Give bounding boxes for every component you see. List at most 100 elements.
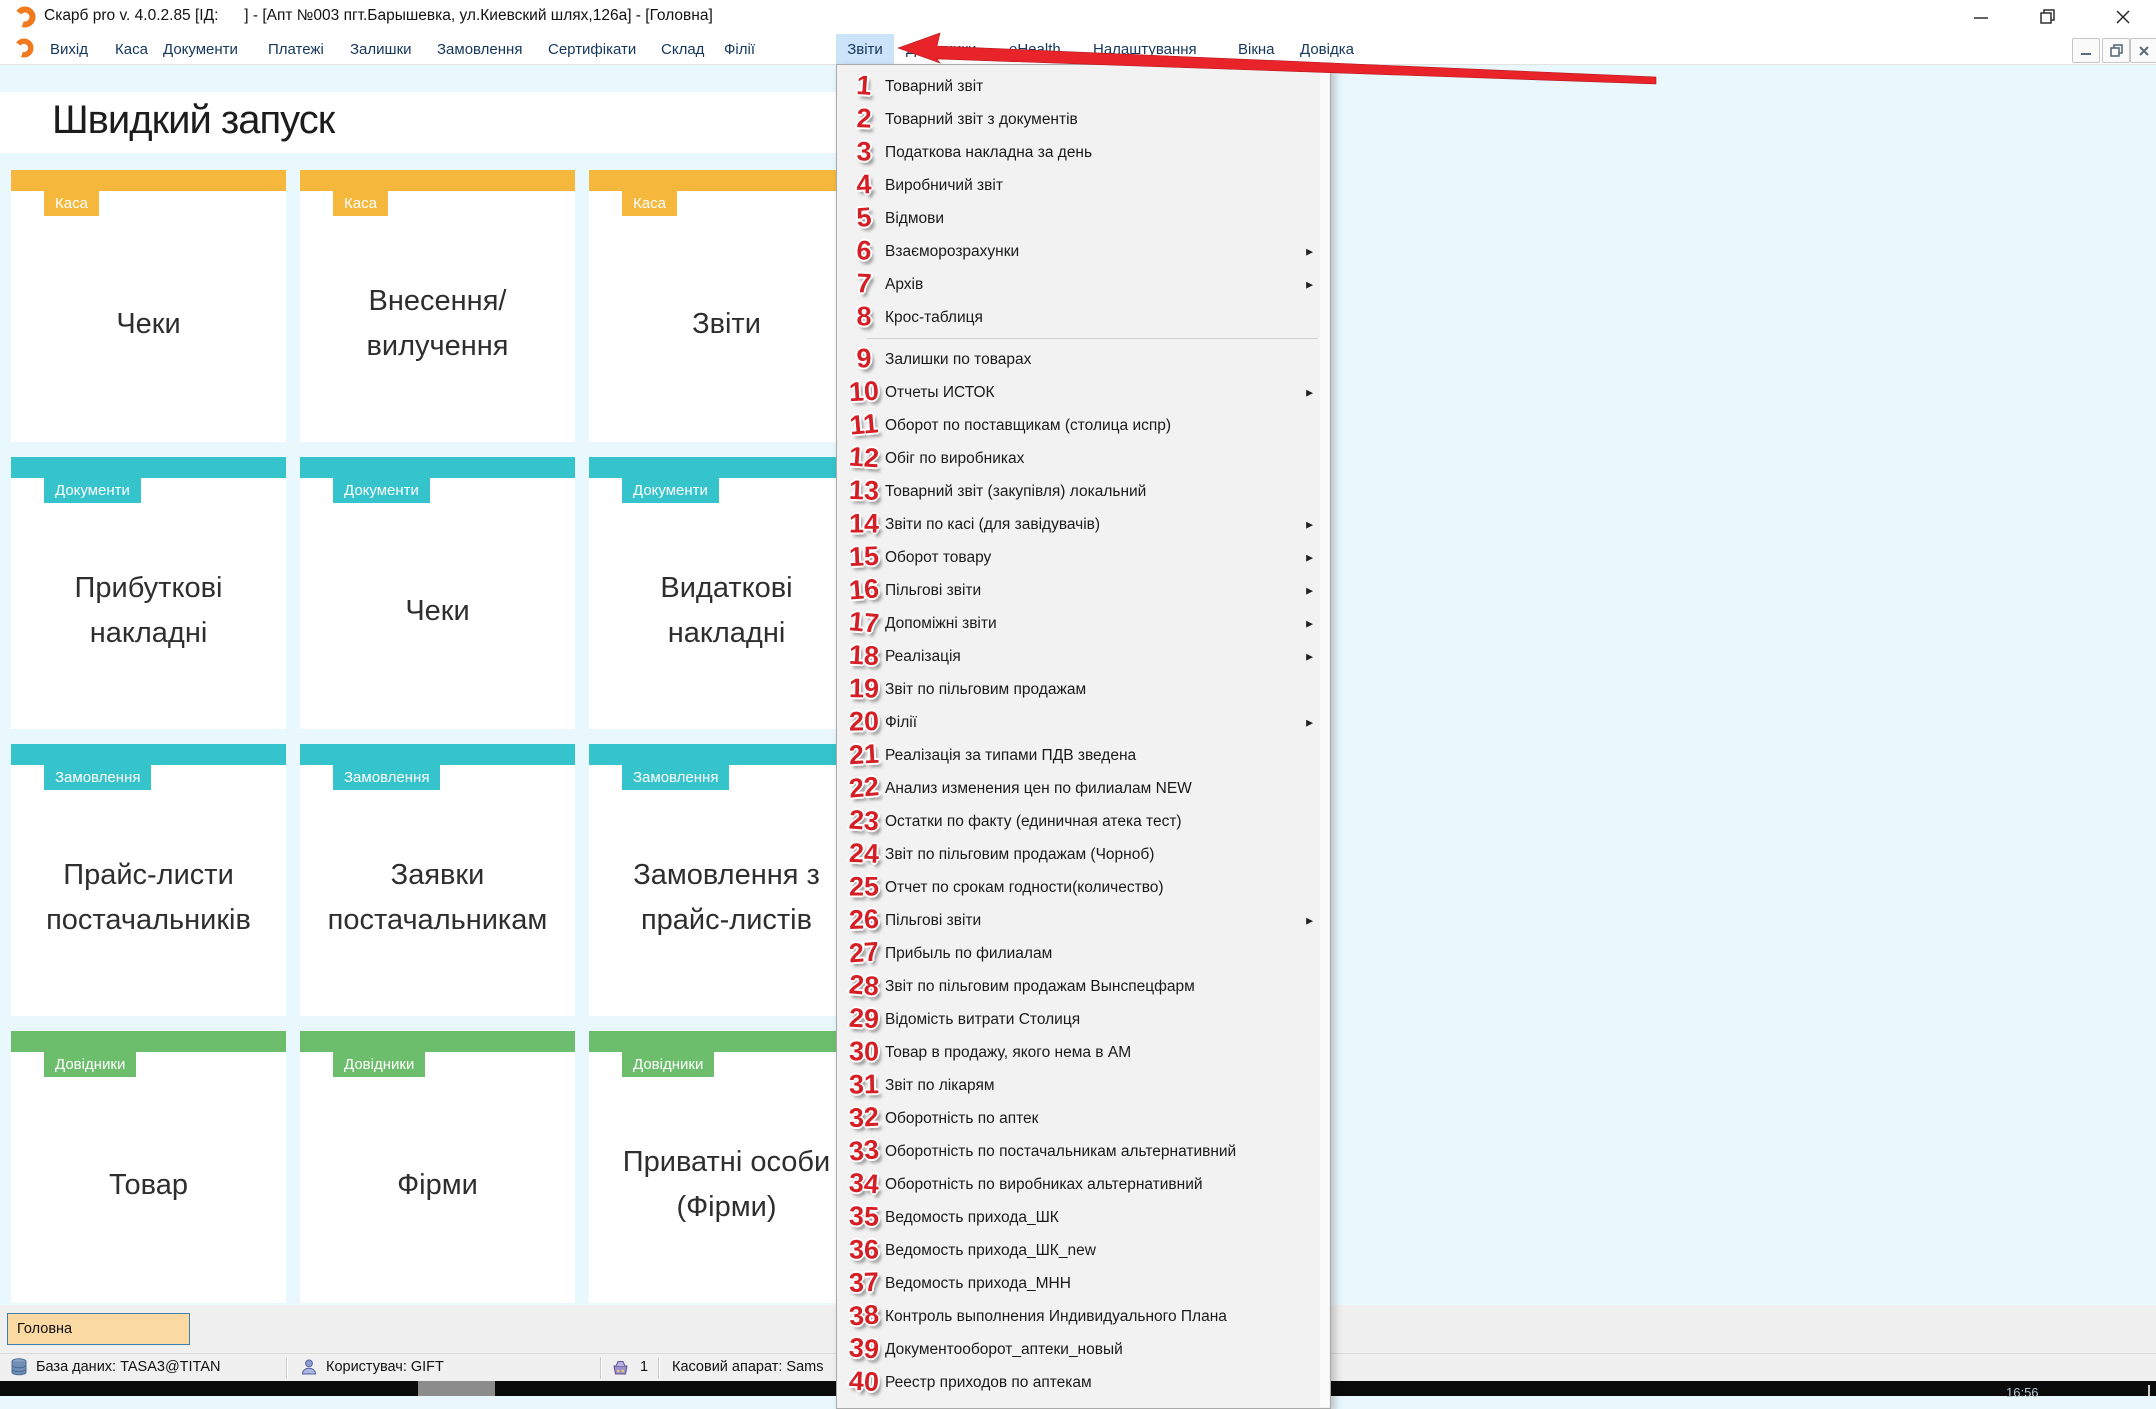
reports-menu-item-15[interactable]: Оборот товару ▶ 15 (837, 540, 1330, 574)
annotation-number-badge: 6 (855, 234, 873, 266)
reports-menu-item-26[interactable]: Пільгові звіти ▶ 26 (837, 903, 1330, 937)
menubar-item-ehealth[interactable]: eHealth (1003, 34, 1067, 64)
menubar-item-документи[interactable]: Документи (157, 34, 244, 64)
tile-color-bar (11, 1031, 286, 1052)
submenu-arrow-icon: ▶ (1306, 651, 1313, 661)
reports-menu-item-12[interactable]: Обіг по виробниках 12 (837, 441, 1330, 475)
annotation-number-badge: 36 (848, 1233, 880, 1264)
menubar-item-вихід[interactable]: Вихід (44, 34, 94, 64)
reports-menu-item-37[interactable]: Ведомость прихода_МНН 37 (837, 1266, 1330, 1300)
close-button[interactable] (2108, 6, 2138, 28)
menubar-item-налаштування[interactable]: Налаштування (1087, 34, 1203, 64)
menubar-item-залишки[interactable]: Залишки (344, 34, 418, 64)
reports-menu-item-6[interactable]: Взаєморозрахунки ▶ 6 (837, 234, 1330, 268)
menubar-item-каса[interactable]: Каса (109, 34, 154, 64)
tile-color-bar (300, 744, 575, 765)
tile-каса-1[interactable]: Каса Чеки (11, 170, 286, 442)
reports-menu-item-17[interactable]: Допоміжні звіти ▶ 17 (837, 606, 1330, 640)
reports-menu-item-35[interactable]: Ведомость прихода_ШК 35 (837, 1200, 1330, 1234)
reports-menu-item-36[interactable]: Ведомость прихода_ШК_new 36 (837, 1234, 1330, 1267)
reports-menu-item-13[interactable]: Товарний звіт (закупівля) локальний 13 (837, 474, 1330, 508)
reports-menu-item-21[interactable]: Реалізація за типами ПДВ зведена 21 (837, 738, 1330, 772)
menubar-item-замовлення[interactable]: Замовлення (431, 34, 528, 64)
reports-menu-item-28[interactable]: Звіт по пільговим продажам Вынспецфарм 28 (837, 969, 1330, 1003)
reports-menu-item-38[interactable]: Контроль выполнения Индивидуального План… (837, 1299, 1330, 1333)
menubar-item-філії[interactable]: Філії (718, 34, 761, 64)
tile-документи-3[interactable]: Документи Видаткові накладні (589, 457, 864, 729)
reports-menu-item-22[interactable]: Анализ изменения цен по филиалам NEW 22 (837, 770, 1330, 805)
reports-menu-item-40[interactable]: Реестр приходов по аптекам 40 (837, 1365, 1330, 1399)
reports-menu-item-18[interactable]: Реалізація ▶ 18 (837, 639, 1330, 673)
reports-menu-item-4[interactable]: Виробничий звіт 4 (837, 169, 1330, 202)
reports-menu-item-31[interactable]: Звіт по лікарям 31 (837, 1069, 1330, 1102)
menubar-item-довідка[interactable]: Довідка (1294, 34, 1360, 64)
child-close-button[interactable] (2130, 38, 2156, 63)
tile-замовлення-1[interactable]: Замовлення Прайс-листи постачальників (11, 744, 286, 1016)
status-divider (286, 1357, 288, 1379)
minimize-button[interactable] (1966, 6, 1996, 28)
reports-menu-item-25[interactable]: Отчет по срокам годности(количество) 25 (837, 871, 1330, 904)
reports-menu-item-3[interactable]: Податкова накладна за день 3 (837, 136, 1330, 169)
reports-menu-item-33[interactable]: Оборотність по постачальникам альтернати… (837, 1133, 1330, 1168)
menubar-item-вікна[interactable]: Вікна (1232, 34, 1281, 64)
child-minimize-button[interactable] (2072, 38, 2100, 63)
tile-довідники-3[interactable]: Довідники Приватні особи (Фірми) (589, 1031, 864, 1303)
menu-item-label: Товар в продажу, якого нема в АМ (885, 1043, 1132, 1061)
tile-label: Товар (109, 1168, 188, 1201)
menu-item-label: Реестр приходов по аптекам (885, 1373, 1092, 1391)
reports-menu-item-34[interactable]: Оборотність по виробниках альтернативний… (837, 1167, 1330, 1201)
tile-замовлення-3[interactable]: Замовлення Замовлення з прайс-листів (589, 744, 864, 1016)
reports-menu-item-9[interactable]: Залишки по товарах 9 (837, 343, 1330, 376)
reports-menu-item-8[interactable]: Крос-таблиця 8 (837, 301, 1330, 334)
tile-каса-3[interactable]: Каса Звіти (589, 170, 864, 442)
annotation-number-badge: 29 (848, 1002, 880, 1034)
menubar-item-платежі[interactable]: Платежі (262, 34, 330, 64)
reports-menu-item-20[interactable]: Філії ▶ 20 (837, 706, 1330, 739)
annotation-number-badge: 11 (848, 407, 880, 441)
reports-menu-item-19[interactable]: Звіт по пільговим продажам 19 (837, 673, 1330, 706)
menubar-item-звіти[interactable]: Звіти (836, 34, 894, 64)
reports-menu-item-2[interactable]: Товарний звіт з документів 2 (837, 103, 1330, 136)
tab-golovna[interactable]: Головна (7, 1313, 190, 1345)
menubar-item-сертифікати[interactable]: Сертифікати (542, 34, 642, 64)
tile-документи-1[interactable]: Документи Прибуткові накладні (11, 457, 286, 729)
tile-color-bar (589, 1031, 864, 1052)
tile-category-chip: Каса (333, 191, 388, 216)
annotation-number-badge: 33 (847, 1133, 881, 1167)
taskbar-button[interactable] (418, 1381, 495, 1396)
tile-замовлення-2[interactable]: Замовлення Заявки постачальникам (300, 744, 575, 1016)
reports-menu-item-32[interactable]: Оборотність по аптек 32 (837, 1101, 1330, 1135)
menu-item-label: Звіт по пільговим продажам (Чорноб) (885, 845, 1155, 863)
reports-menu-item-39[interactable]: Документооборот_аптеки_новый 39 (837, 1332, 1330, 1366)
restore-button[interactable] (2033, 6, 2063, 28)
menubar-item-довідники[interactable]: Довідники (900, 34, 982, 64)
tile-color-bar (11, 744, 286, 765)
reports-menu-item-5[interactable]: Відмови 5 (837, 201, 1330, 235)
child-restore-button[interactable] (2102, 38, 2130, 63)
reports-menu-item-1[interactable]: Товарний звіт 1 (837, 69, 1330, 103)
menubar-item-склад[interactable]: Склад (655, 34, 710, 64)
reports-menu-item-10[interactable]: Отчеты ИСТОК ▶ 10 (837, 375, 1330, 409)
tile-color-bar (589, 457, 864, 478)
annotation-number-badge: 22 (847, 770, 881, 804)
reports-menu-item-7[interactable]: Архів ▶ 7 (837, 268, 1330, 301)
reports-menu-item-16[interactable]: Пільгові звіти ▶ 16 (837, 573, 1330, 607)
reports-menu-item-27[interactable]: Прибыль по филиалам 27 (837, 936, 1330, 970)
menu-item-label: Податкова накладна за день (885, 143, 1093, 161)
tile-каса-2[interactable]: Каса Внесення/вилучення (300, 170, 575, 442)
annotation-number-badge: 30 (848, 1035, 880, 1067)
menu-item-label: Пільгові звіти (885, 581, 982, 599)
reports-menu-item-14[interactable]: Звіти по касі (для завідувачів) ▶ 14 (837, 508, 1330, 541)
tile-довідники-2[interactable]: Довідники Фірми (300, 1031, 575, 1303)
show-desktop-handle[interactable] (2148, 1385, 2150, 1396)
reports-menu-item-11[interactable]: Оборот по поставщикам (столица испр) 11 (837, 407, 1330, 442)
clock: 16:56 (2006, 1385, 2039, 1400)
status-database: База даних: TASA3@TITAN (36, 1359, 221, 1375)
reports-menu-item-23[interactable]: Остатки по факту (единичная атека тест) 2… (837, 804, 1330, 838)
tile-довідники-1[interactable]: Довідники Товар (11, 1031, 286, 1303)
reports-menu-item-29[interactable]: Відомість витрати Столиця 29 (837, 1002, 1330, 1036)
reports-menu-item-24[interactable]: Звіт по пільговим продажам (Чорноб) 24 (837, 837, 1330, 871)
tile-документи-2[interactable]: Документи Чеки (300, 457, 575, 729)
menu-item-label: Оборотність по виробниках альтернативний (885, 1175, 1203, 1193)
reports-menu-item-30[interactable]: Товар в продажу, якого нема в АМ 30 (837, 1036, 1330, 1069)
